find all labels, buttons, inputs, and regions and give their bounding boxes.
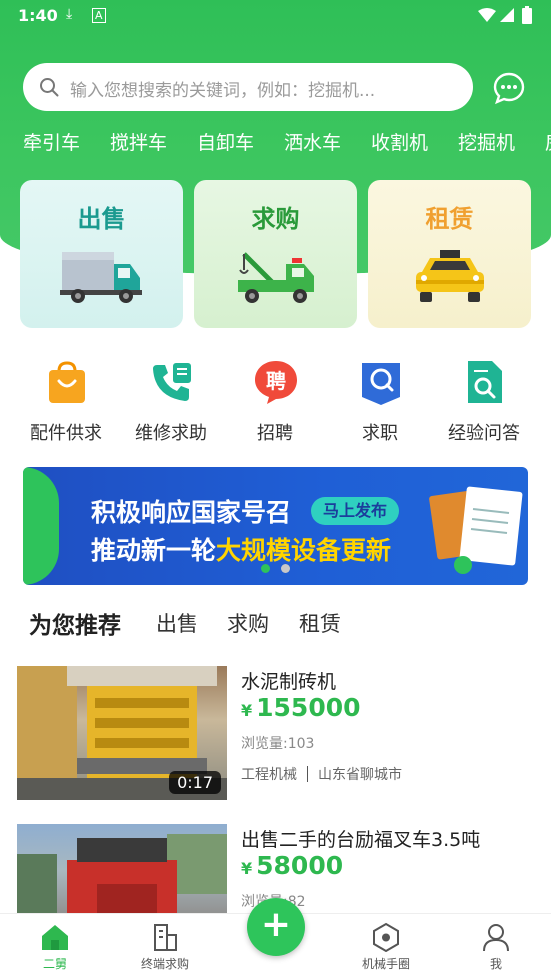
item-title: 出售二手的台励福叉车3.5吨 [241,829,481,851]
meta-divider [307,766,308,782]
rent-card-title: 租赁 [425,205,474,233]
notification-icon: A [92,8,106,23]
search-placeholder: 输入您想搜索的关键词，例如：挖掘机... [70,81,376,101]
carousel-dot-active[interactable] [261,564,270,573]
banner-subline: 推动新一轮大规模设备更新 [91,531,391,567]
feed-tabs: 为您推荐 出售 求购 租赁 [0,606,551,642]
nav-me[interactable]: 我 [456,914,536,979]
item-thumbnail[interactable] [17,824,227,913]
buy-card-title: 求购 [251,205,300,233]
search-input[interactable]: 输入您想搜索的关键词，例如：挖掘机... [23,63,473,111]
signal-icon [500,8,514,22]
tab-rent[interactable]: 租赁 [299,608,341,638]
user-icon [483,924,509,952]
category-scroll[interactable]: 牵引车 搅拌车 自卸车 洒水车 收割机 挖掘机 房 [0,128,551,160]
plus-icon: + [260,904,292,945]
price-value: 155000 [256,693,361,722]
item-price: ¥58000 [241,851,343,880]
circle-hexagon-icon [373,922,399,952]
service-repair-label: 维修求助 [135,423,207,444]
rent-card[interactable]: 租赁 [368,180,531,328]
banner-publish-button[interactable]: 马上发布 [311,497,400,525]
service-qa-label: 经验问答 [448,423,520,444]
service-parts-label: 配件供求 [30,423,102,444]
job-search-icon [362,363,400,405]
taxi-icon [416,250,484,302]
category-excavator[interactable]: 挖掘机 [458,128,515,155]
category-mixer[interactable]: 搅拌车 [110,128,167,155]
publish-fab-button[interactable]: + [247,898,305,956]
truck-icon [60,252,142,303]
category-more[interactable]: 房 [545,128,551,155]
sell-card-title: 出售 [77,205,126,233]
shopping-bag-icon [49,361,85,403]
document-search-icon [468,361,502,403]
list-item[interactable]: 0:17 水泥制砖机 ¥155000 浏览量:103 工程机械 山东省聊城市 [0,665,551,801]
tab-recommend[interactable]: 为您推荐 [29,606,121,640]
item-title: 水泥制砖机 [241,671,337,693]
item-views: 浏览量:103 [241,736,315,752]
nav-terminal-buy[interactable]: 终端求购 [125,914,205,979]
banner-headline: 积极响应国家号召 [91,498,292,527]
price-value: 58000 [256,851,344,880]
nav-terminal-buy-label: 终端求购 [140,957,189,971]
carousel-dot[interactable] [281,564,290,573]
item-thumbnail[interactable]: 0:17 [17,666,227,800]
tab-sell[interactable]: 出售 [156,608,198,638]
currency-symbol: ¥ [241,859,253,878]
phone-icon [153,363,191,401]
video-duration: 0:17 [169,771,221,794]
banner-prev-slide [23,467,59,585]
building-icon [154,924,177,951]
nav-home-label: 二舅 [42,957,67,971]
category-tractor[interactable]: 牵引车 [23,128,80,155]
download-icon: ⤓ [66,6,73,22]
service-job[interactable]: 求职 [330,357,430,447]
tow-truck-icon [238,252,314,303]
battery-icon [522,6,532,24]
service-repair[interactable]: 维修求助 [121,357,221,447]
category-dump-truck[interactable]: 自卸车 [197,128,254,155]
sell-card[interactable]: 出售 [20,180,183,328]
forklift-image [17,834,227,913]
item-meta: 工程机械 山东省聊城市 [241,764,402,784]
svg-text:聘: 聘 [266,369,286,393]
buy-card[interactable]: 求购 [194,180,357,328]
item-price: ¥155000 [241,693,361,722]
service-parts[interactable]: 配件供求 [16,357,116,447]
promo-banner[interactable]: 积极响应国家号召 马上发布 推动新一轮大规模设备更新 [23,467,528,585]
service-recruit[interactable]: 聘 招聘 [225,357,325,447]
tab-buy[interactable]: 求购 [227,608,269,638]
search-icon [40,78,59,97]
wifi-icon [478,8,496,22]
banner-subline-highlight: 大规模设备更新 [216,536,392,565]
service-job-label: 求职 [362,423,398,444]
status-time: 1:40 [18,6,58,25]
message-icon[interactable] [492,71,526,105]
currency-symbol: ¥ [241,701,253,720]
nav-me-label: 我 [489,957,502,971]
status-bar: 1:40 ⤓ A [0,0,551,30]
nav-home[interactable]: 二舅 [15,914,95,979]
nav-machinery-circle-label: 机械手圈 [361,957,410,971]
category-sprinkler[interactable]: 洒水车 [284,128,341,155]
home-icon [42,925,68,950]
service-qa[interactable]: 经验问答 [434,357,534,447]
banner-subline-text: 推动新一轮 [91,536,217,565]
recruit-icon: 聘 [255,361,297,404]
item-category: 工程机械 [241,767,297,783]
item-location: 山东省聊城市 [318,767,402,783]
service-recruit-label: 招聘 [257,423,293,444]
document-folder-icon [429,486,523,574]
nav-machinery-circle[interactable]: 机械手圈 [346,914,426,979]
category-harvester[interactable]: 收割机 [371,128,428,155]
